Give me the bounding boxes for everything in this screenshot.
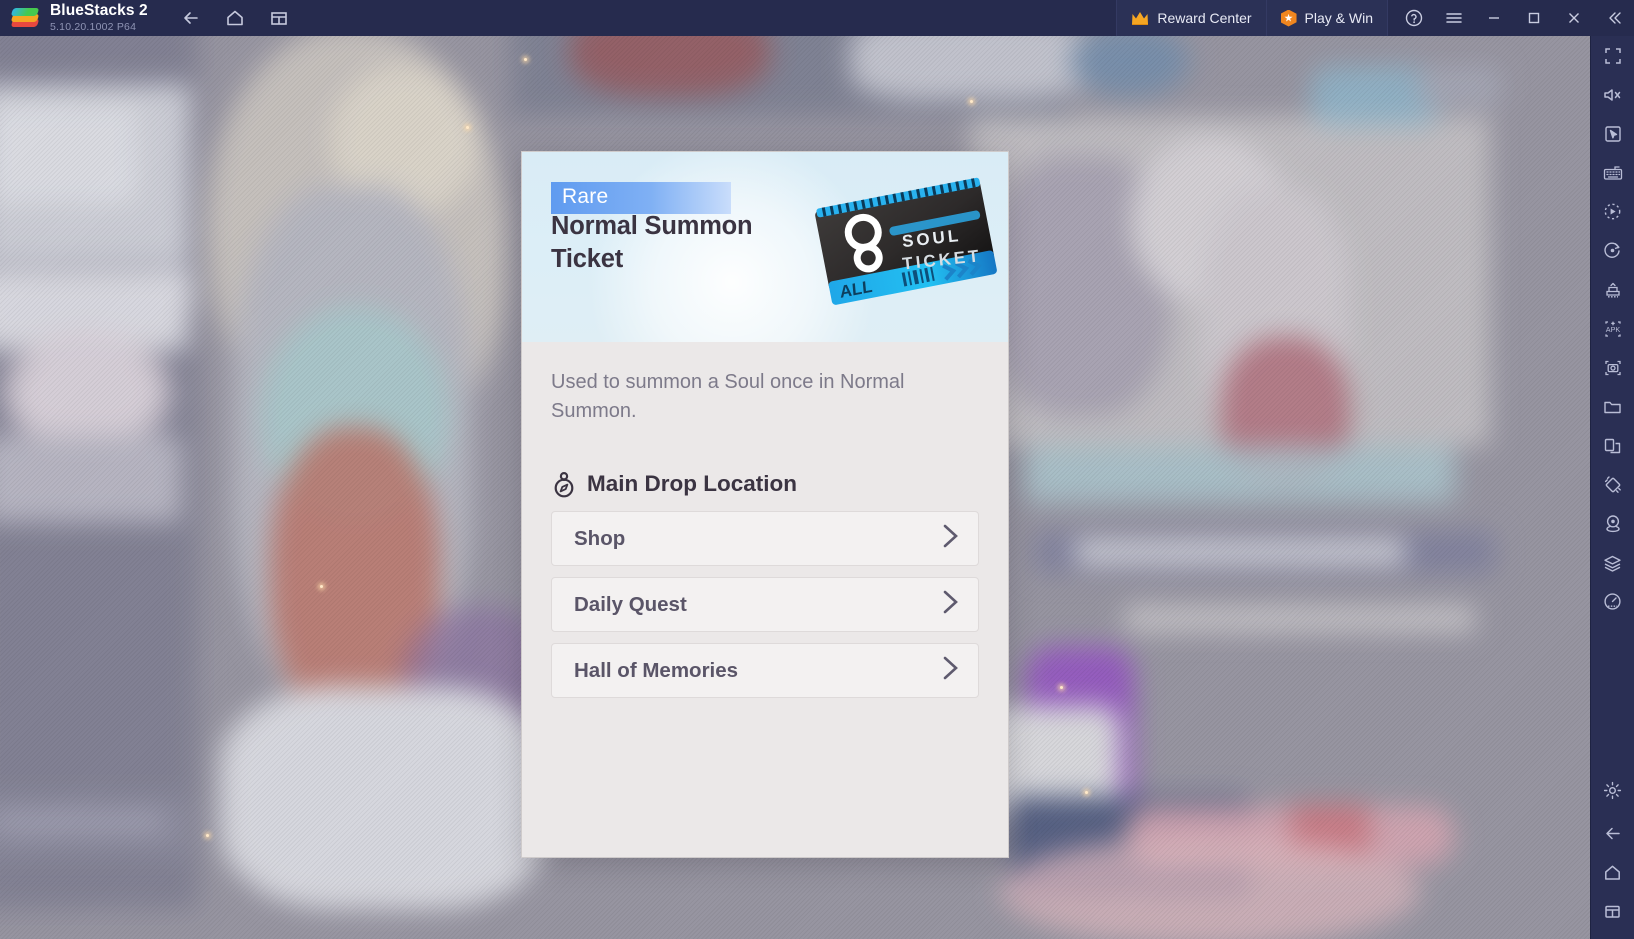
drop-location-label: Hall of Memories [574, 658, 739, 682]
item-card-header: Rare Normal Summon Ticket ALL SOUL TICKE… [522, 152, 1008, 342]
hamburger-menu-icon[interactable] [1434, 0, 1474, 36]
titlebar-right: Reward Center ★ Play & Win [1116, 0, 1634, 36]
svg-text:APK: APK [1605, 325, 1620, 334]
app-title: BlueStacks 2 [50, 2, 148, 20]
chevron-right-icon [940, 521, 962, 556]
home-icon[interactable] [1591, 853, 1634, 892]
titlebar-nav [174, 3, 296, 33]
apk-icon[interactable]: APK [1591, 309, 1634, 348]
crown-icon [1131, 11, 1149, 25]
drop-location-label: Daily Quest [574, 592, 687, 616]
cursor-icon[interactable] [1591, 114, 1634, 153]
tilt-icon[interactable] [1591, 465, 1634, 504]
performance-icon[interactable] [1591, 582, 1634, 621]
drop-location-title: Main Drop Location [587, 471, 797, 496]
maximize-icon[interactable] [1514, 0, 1554, 36]
settings-icon[interactable] [1591, 771, 1634, 810]
keyboard-icon[interactable] [1591, 153, 1634, 192]
item-description: Used to summon a Soul once in Normal Sum… [551, 371, 905, 422]
item-detail-card: Rare Normal Summon Ticket ALL SOUL TICKE… [521, 151, 1009, 858]
folder-icon[interactable] [1591, 387, 1634, 426]
rotate-icon[interactable] [1591, 231, 1634, 270]
titlebar: BlueStacks 2 5.10.20.1002 P64 Reward Cen [0, 0, 1634, 36]
location-icon[interactable] [1591, 504, 1634, 543]
drop-location-row-daily-quest[interactable]: Daily Quest [551, 577, 979, 632]
item-name: Normal Summon Ticket [551, 212, 753, 274]
app-version: 5.10.20.1002 P64 [50, 20, 137, 33]
chevron-right-icon [940, 587, 962, 622]
home-icon[interactable] [218, 3, 252, 33]
item-card-body: Used to summon a Soul once in Normal Sum… [522, 342, 1008, 857]
screenshot-icon[interactable] [1591, 348, 1634, 387]
recents-icon[interactable] [1591, 892, 1634, 931]
drop-location-heading: Main Drop Location [551, 470, 979, 498]
fullscreen-icon[interactable] [1591, 36, 1634, 75]
copy-screen-icon[interactable] [1591, 426, 1634, 465]
bluestacks-sidebar: APK [1590, 36, 1634, 939]
layers-icon[interactable] [1591, 543, 1634, 582]
emulator-screen[interactable]: Rare Normal Summon Ticket ALL SOUL TICKE… [0, 36, 1590, 939]
drop-location-row-shop[interactable]: Shop [551, 511, 979, 566]
minimize-icon[interactable] [1474, 0, 1514, 36]
compass-icon [551, 470, 577, 498]
play-and-win-label: Play & Win [1304, 10, 1373, 26]
play-and-win-button[interactable]: ★ Play & Win [1266, 0, 1388, 36]
mute-icon[interactable] [1591, 75, 1634, 114]
chevron-right-icon [940, 653, 962, 688]
soul-ticket-art: ALL SOUL TICKET [808, 164, 1008, 321]
shake-icon[interactable] [1591, 270, 1634, 309]
macro-play-icon[interactable] [1591, 192, 1634, 231]
window-controls [1394, 0, 1634, 36]
drop-location-label: Shop [574, 526, 626, 550]
back-icon[interactable] [1591, 814, 1634, 853]
close-icon[interactable] [1554, 0, 1594, 36]
drop-location-row-hall-of-memories[interactable]: Hall of Memories [551, 643, 979, 698]
reward-center-button[interactable]: Reward Center [1116, 0, 1267, 36]
reward-center-label: Reward Center [1157, 10, 1252, 26]
collapse-toolbar-icon[interactable] [1594, 0, 1634, 36]
bluestacks-logo-icon [10, 6, 40, 30]
play-win-badge-icon: ★ [1280, 9, 1297, 27]
help-icon[interactable] [1394, 0, 1434, 36]
back-icon[interactable] [174, 3, 208, 33]
multi-instance-icon[interactable] [262, 3, 296, 33]
